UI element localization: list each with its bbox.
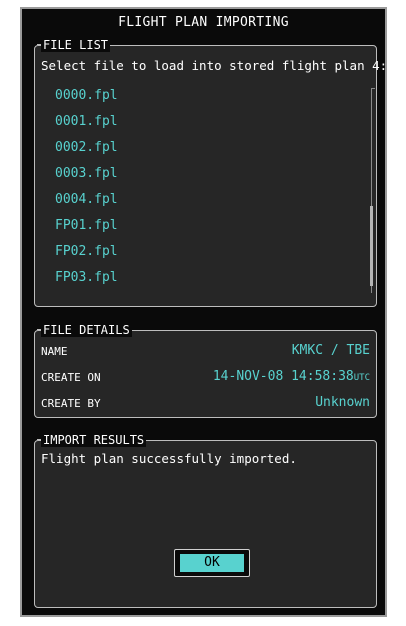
detail-row-create-by: CREATE BY Unknown <box>41 395 370 417</box>
import-results-panel: IMPORT RESULTS Flight plan successfully … <box>34 433 377 608</box>
file-item[interactable]: 0000.fpl <box>55 88 118 103</box>
create-on-date: 14-NOV-08 14:58:38 <box>212 369 354 384</box>
detail-row-name: NAME KMKC / TBE <box>41 343 370 365</box>
name-value: KMKC / TBE <box>291 343 370 358</box>
flight-plan-importing-window: FLIGHT PLAN IMPORTING FILE LIST Select f… <box>20 7 387 617</box>
file-item[interactable]: FP03.fpl <box>55 270 118 285</box>
create-by-value: Unknown <box>315 395 370 410</box>
create-on-label: CREATE ON <box>41 371 101 384</box>
import-result-message: Flight plan successfully imported. <box>41 451 297 466</box>
file-item[interactable]: FP02.fpl <box>55 244 118 259</box>
utc-suffix: UTC <box>353 373 370 383</box>
name-label: NAME <box>41 345 68 358</box>
file-list-legend: FILE LIST <box>36 38 111 52</box>
file-item[interactable]: 0004.fpl <box>55 192 118 207</box>
detail-row-create-on: CREATE ON 14-NOV-08 14:58:38UTC <box>41 369 370 391</box>
import-results-legend: IMPORT RESULTS <box>36 433 147 447</box>
file-item[interactable]: 0003.fpl <box>55 166 118 181</box>
scrollbar-thumb[interactable] <box>370 206 373 286</box>
file-item[interactable]: 0002.fpl <box>55 140 118 155</box>
file-list-panel: FILE LIST Select file to load into store… <box>34 38 387 307</box>
file-list-prompt: Select file to load into stored flight p… <box>41 58 388 73</box>
file-item[interactable]: FP01.fpl <box>55 218 118 233</box>
file-details-panel: FILE DETAILS NAME KMKC / TBE CREATE ON 1… <box>34 323 377 418</box>
create-on-value: 14-NOV-08 14:58:38UTC <box>213 369 370 384</box>
create-by-label: CREATE BY <box>41 397 101 410</box>
file-item[interactable]: 0001.fpl <box>55 114 118 129</box>
file-details-legend: FILE DETAILS <box>37 323 132 337</box>
ok-button[interactable]: OK <box>180 554 244 572</box>
ok-button-frame: OK <box>174 549 250 577</box>
window-title: FLIGHT PLAN IMPORTING <box>118 15 289 30</box>
